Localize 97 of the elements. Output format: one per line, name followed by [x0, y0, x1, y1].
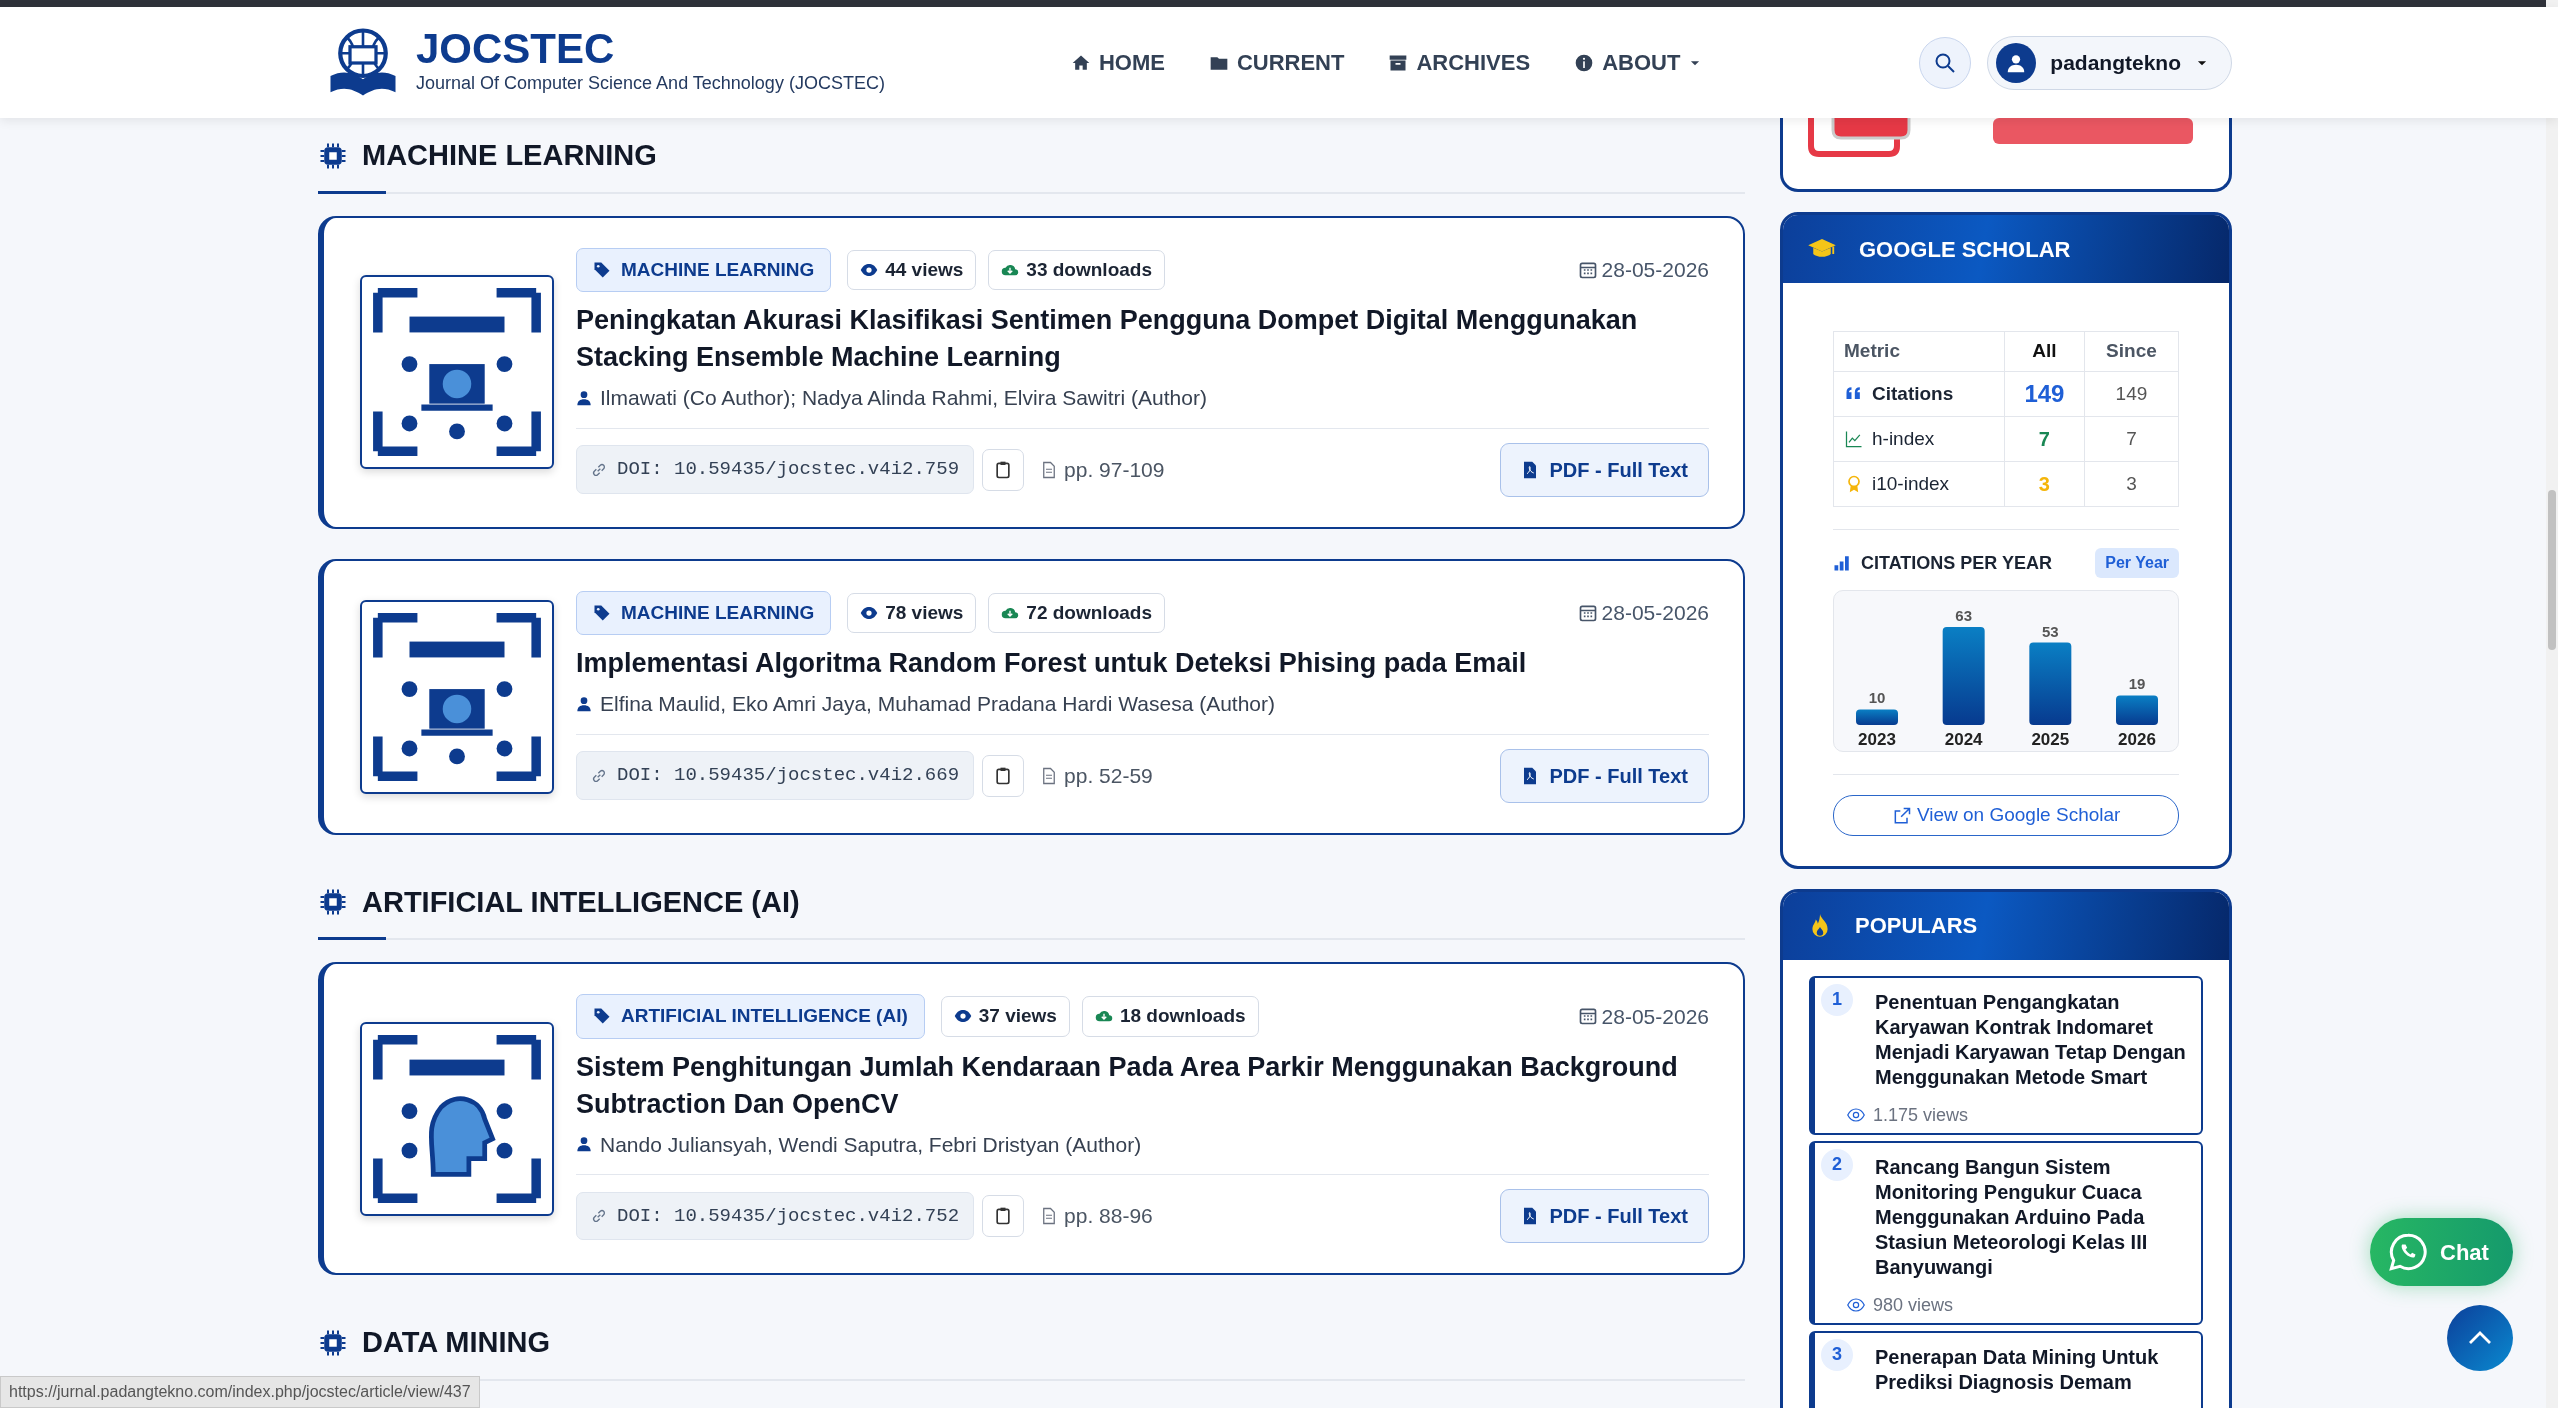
year-label: 2023	[1858, 730, 1896, 749]
value-label: 63	[1955, 607, 1972, 624]
eye-icon	[1845, 1296, 1867, 1314]
bar-chart-icon	[1833, 554, 1851, 572]
views-count: 1.175 views	[1845, 1101, 2187, 1129]
year-label: 2026	[2118, 730, 2156, 749]
metric-label: h-index	[1844, 424, 1994, 454]
tag-icon	[593, 260, 611, 279]
downloads-count: 33 downloads	[988, 249, 1165, 290]
views-count: 78 views	[847, 592, 977, 633]
popular-article[interactable]: 1 Penentuan Pengangkatan Karyawan Kontrak Indomaret Menjadi Karyawan Tetap Dengan Menggunakan Metode Smart 1.175 views	[1809, 975, 2203, 1135]
article-title[interactable]: Sistem Penghitungan Jumlah Kendaraan Pada Area Parkir Menggunakan Background Subtraction Dan OpenCV	[576, 1048, 1709, 1123]
copy-button[interactable]	[982, 1195, 1025, 1237]
pdf-button[interactable]: PDF - Full Text	[1500, 1189, 1709, 1243]
popular-article-title: Penerapan Data Mining Untuk Prediksi Diagnosis Demam	[1875, 1344, 2160, 1395]
nav-link[interactable]: CURRENT	[1208, 46, 1345, 79]
views-count: 37 views	[940, 996, 1070, 1037]
calendar-icon	[1577, 1006, 1598, 1027]
eye-icon	[1845, 1106, 1867, 1124]
chart-title: CITATIONS PER YEAR	[1861, 551, 2053, 575]
metric-label: i10-index	[1844, 469, 1994, 499]
metric-value: 3	[2004, 461, 2085, 507]
popular-article[interactable]: 3 Penerapan Data Mining Untuk Prediksi Diagnosis Demam	[1809, 1330, 2203, 1408]
category-tag[interactable]: ARTIFICIAL INTELLIGENCE (AI)	[576, 994, 925, 1039]
section-heading: MACHINE LEARNING	[362, 138, 657, 173]
rank-number: 3	[1821, 1338, 1853, 1371]
link-icon	[591, 767, 607, 784]
metric-label: Citations	[1844, 379, 1994, 409]
value-label: 10	[1868, 689, 1886, 707]
page-range: pp. 52-59	[1040, 759, 1153, 792]
metric-value: 7	[2004, 416, 2085, 462]
person-icon	[576, 389, 592, 406]
card-heading: POPULARS	[1855, 912, 1978, 940]
article-title[interactable]: Peningkatan Akurasi Klasifikasi Sentimen Pengguna Dompet Digital Menggunakan Stacking Ensemble Machine Learning	[576, 302, 1709, 376]
pdf-button[interactable]: PDF - Full Text	[1500, 442, 1709, 497]
column-header: Metric	[1833, 331, 2005, 372]
journal-title: JOCSTEC	[416, 28, 616, 70]
column-header: All	[2004, 331, 2085, 372]
publish-date: 28-05-2026	[1577, 254, 1709, 286]
rank-number: 1	[1821, 983, 1853, 1016]
category-tag[interactable]: MACHINE LEARNING	[576, 590, 832, 635]
year-label: 2024	[1944, 730, 1983, 749]
doi-link[interactable]: DOI: 10.59435/jocstec.v4i2.759	[576, 445, 975, 494]
popular-article-title: Rancang Bangun Sistem Monitoring Pengukur Cuaca Menggunakan Arduino Pada Stasiun Meteorologi Kelas III Banyuwangi	[1875, 1154, 2149, 1280]
section-heading: ARTIFICIAL INTELLIGENCE (AI)	[362, 884, 800, 920]
journal-subtitle: Journal Of Computer Science And Technology (JOCSTEC)	[416, 72, 885, 95]
google-scholar-link[interactable]: View on Google Scholar	[1833, 795, 2179, 836]
metric-value: 7	[2084, 416, 2179, 462]
nav-link[interactable]: ABOUT	[1574, 46, 1703, 79]
person-icon	[576, 1136, 592, 1153]
value-label: 19	[2128, 675, 2146, 693]
value-label: 53	[2042, 622, 2059, 640]
whatsapp-icon	[2388, 1232, 2428, 1272]
section-heading: DATA MINING	[362, 1325, 550, 1360]
bar	[1856, 709, 1898, 725]
link-icon	[591, 1208, 607, 1224]
link-icon	[591, 461, 607, 478]
info-icon	[1574, 52, 1595, 73]
user-menu-button[interactable]: padangtekno	[1987, 35, 2232, 90]
page-range: pp. 88-96	[1040, 1200, 1153, 1232]
popular-article[interactable]: 2 Rancang Bangun Sistem Monitoring Pengukur Cuaca Menggunakan Arduino Pada Stasiun Meteorologi Kelas III Banyuwangi 980 views	[1809, 1140, 2203, 1325]
article-authors: Elfina Maulid, Eko Amri Jaya, Muhamad Pradana Hardi Wasesa (Author)	[576, 688, 1709, 720]
article-title[interactable]: Implementasi Algoritma Random Forest untuk Deteksi Phising pada Email	[576, 645, 1709, 682]
article-authors: Ilmawati (Co Author); Nadya Alinda Rahmi, Elvira Sawitri (Author)	[576, 382, 1709, 414]
metric-value: 3	[2084, 461, 2179, 507]
doi-link[interactable]: DOI: 10.59435/jocstec.v4i2.752	[576, 1191, 975, 1241]
tag-icon	[593, 603, 611, 622]
chip-icon	[318, 887, 348, 918]
category-tag[interactable]: MACHINE LEARNING	[576, 247, 832, 292]
views-count: 44 views	[847, 249, 977, 290]
rank-number: 2	[1821, 1148, 1853, 1181]
metric-value: 149	[2004, 371, 2085, 417]
scrollbar-thumb[interactable]	[2548, 490, 2556, 650]
article-authors: Nando Juliansyah, Wendi Saputra, Febri Dristyan (Author)	[576, 1128, 1709, 1160]
publish-date: 28-05-2026	[1577, 1000, 1709, 1032]
year-label: 2025	[2031, 730, 2070, 749]
column-header: Since	[2084, 331, 2179, 372]
nav-link[interactable]: HOME	[1070, 46, 1165, 79]
nav-link[interactable]: ARCHIVES	[1388, 46, 1531, 79]
status-url: https://jurnal.padangtekno.com/index.php/jocstec/article/view/437	[0, 1376, 480, 1408]
page-range: pp. 97-109	[1040, 453, 1165, 486]
line-chart-icon	[1844, 429, 1864, 449]
bar	[2116, 695, 2158, 725]
downloads-count: 72 downloads	[988, 592, 1165, 633]
doi-link[interactable]: DOI: 10.59435/jocstec.v4i2.669	[576, 751, 975, 800]
downloads-count: 18 downloads	[1081, 996, 1259, 1037]
pdf-button[interactable]: PDF - Full Text	[1500, 748, 1709, 803]
metric-value: 149	[2084, 371, 2179, 417]
popular-article-title: Penentuan Pengangkatan Karyawan Kontrak Indomaret Menjadi Karyawan Tetap Dengan Menggunakan Metode Smart	[1875, 989, 2187, 1090]
copy-button[interactable]	[982, 754, 1025, 797]
publish-date: 28-05-2026	[1577, 597, 1709, 629]
card-heading: GOOGLE SCHOLAR	[1859, 235, 2071, 264]
person-icon	[576, 695, 592, 712]
copy-button[interactable]	[982, 448, 1025, 491]
tag-icon	[593, 1007, 611, 1026]
views-count: 980 views	[1845, 1291, 2187, 1319]
period-badge: Per Year	[2095, 548, 2179, 578]
